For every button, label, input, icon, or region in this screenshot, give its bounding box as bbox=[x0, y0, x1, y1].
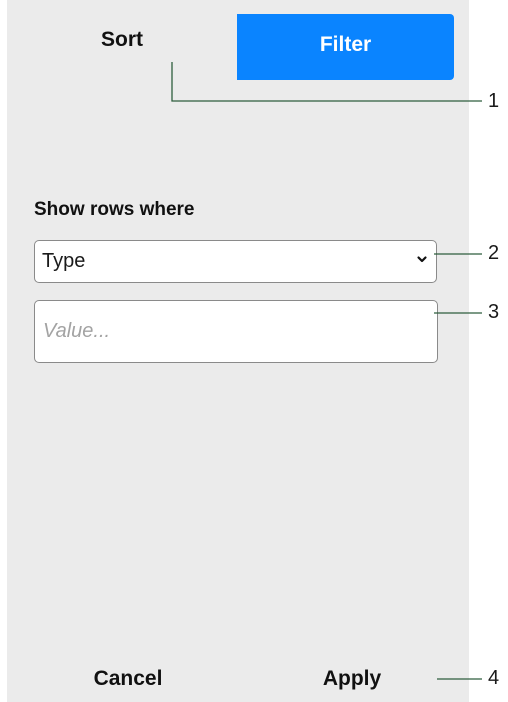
column-select-value: Type bbox=[42, 250, 86, 272]
callout-number-4: 4 bbox=[488, 667, 500, 689]
section-label: Show rows where bbox=[34, 199, 195, 220]
tab-filter[interactable]: Filter bbox=[237, 14, 454, 80]
tab-sort[interactable]: Sort bbox=[7, 14, 237, 80]
chevron-down-icon bbox=[417, 256, 427, 263]
callout-number-3: 3 bbox=[488, 301, 500, 323]
screen: Sort Filter Show rows where Type Cancel … bbox=[0, 0, 508, 702]
cancel-button[interactable]: Cancel bbox=[68, 662, 188, 696]
apply-button[interactable]: Apply bbox=[292, 662, 412, 696]
callout-number-2: 2 bbox=[488, 242, 500, 264]
tab-filter-label: Filter bbox=[319, 33, 372, 56]
callout-number-1: 1 bbox=[488, 90, 500, 112]
value-input[interactable] bbox=[34, 300, 438, 363]
tab-sort-label: Sort bbox=[101, 28, 143, 51]
column-select[interactable]: Type bbox=[34, 240, 437, 283]
